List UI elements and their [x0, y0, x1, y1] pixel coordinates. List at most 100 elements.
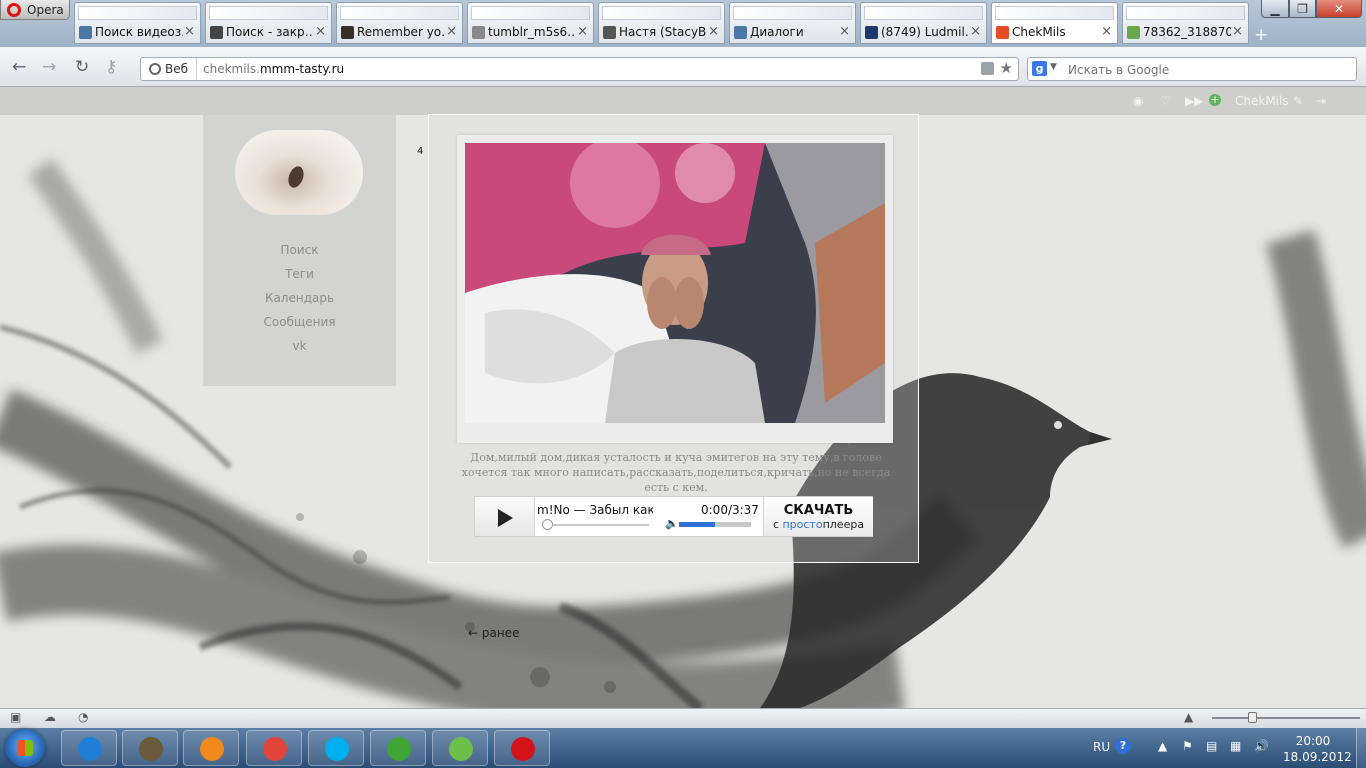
- browser-tab[interactable]: tumblr_m5s6… ×: [467, 2, 594, 44]
- zoom-handle[interactable]: [1248, 712, 1257, 723]
- browser-tab[interactable]: Диалоги ×: [729, 2, 856, 44]
- tab-thumbnail: [1126, 6, 1245, 20]
- search-input[interactable]: [1066, 60, 1350, 80]
- seek-handle[interactable]: [542, 519, 553, 530]
- tab-label: Настя (StacyB…: [619, 25, 707, 39]
- sidebar-link-messages[interactable]: Сообщения: [203, 315, 396, 329]
- tab-close-icon[interactable]: ×: [184, 24, 195, 39]
- tab-label: Диалоги: [750, 25, 804, 39]
- heart-icon[interactable]: ♡: [1160, 94, 1171, 108]
- edit-pencil-icon[interactable]: ✎: [1293, 94, 1303, 108]
- play-button[interactable]: [475, 497, 535, 536]
- language-indicator[interactable]: RU: [1093, 740, 1110, 754]
- browser-tab[interactable]: Поиск видеоз…×: [74, 2, 201, 44]
- tray-expand-icon[interactable]: ▲: [1158, 739, 1167, 753]
- track-time: 0:00/3:37: [701, 503, 759, 517]
- opera-unite-cloud-icon[interactable]: ☁: [44, 710, 56, 724]
- tab-close-icon[interactable]: ×: [708, 24, 719, 39]
- sidebar-link-search[interactable]: Поиск: [203, 243, 396, 257]
- address-bar[interactable]: Веб chekmils.mmm-tasty.ru ★: [140, 57, 1019, 81]
- tab-label: (8749) Ludmil…: [881, 25, 969, 39]
- taskbar-app-skype[interactable]: [308, 730, 364, 766]
- start-button[interactable]: [5, 729, 45, 767]
- tab-thumbnail: [733, 6, 852, 20]
- speed-dial-icon[interactable]: ◔: [78, 710, 88, 724]
- device-icon[interactable]: ▤: [1206, 739, 1217, 753]
- search-box: g ▼: [1027, 57, 1357, 81]
- volume-slider[interactable]: [679, 522, 751, 527]
- taskbar-app-utorrent[interactable]: [370, 730, 426, 766]
- fast-forward-icon[interactable]: ▶▶: [1185, 94, 1203, 108]
- rss-icon[interactable]: ◉: [1133, 94, 1143, 108]
- icq-icon: [449, 737, 473, 761]
- taskbar-app-icq[interactable]: [432, 730, 488, 766]
- tab-close-icon[interactable]: ×: [1101, 24, 1112, 39]
- download-button[interactable]: СКАЧАТЬ с простоплеера: [763, 497, 873, 536]
- add-plus-icon[interactable]: +: [1209, 94, 1221, 106]
- browser-tab[interactable]: (8749) Ludmil… ×: [860, 2, 987, 44]
- audio-player: m!No — Забыл как 0:00/3:37 🔈 СКАЧАТЬ с п…: [474, 496, 873, 537]
- reload-icon[interactable]: ↻: [75, 57, 89, 77]
- tab-close-icon[interactable]: ×: [577, 24, 588, 39]
- blog-username[interactable]: ChekMils: [1235, 94, 1289, 108]
- show-desktop-button[interactable]: [1356, 728, 1366, 768]
- forward-arrow-icon[interactable]: →: [42, 57, 56, 77]
- volume-icon[interactable]: 🔈: [665, 517, 679, 530]
- tab-close-icon[interactable]: ×: [839, 24, 850, 39]
- google-icon[interactable]: g: [1032, 61, 1047, 76]
- new-tab-plus-icon[interactable]: +: [1254, 25, 1268, 45]
- windows-logo-icon: [17, 740, 33, 756]
- play-icon: [498, 509, 513, 527]
- clock-date: 18.09.2012: [1283, 750, 1352, 764]
- seek-bar[interactable]: [545, 524, 649, 526]
- post-photo-image: [465, 143, 885, 423]
- browser-tab[interactable]: ChekMils ×: [991, 2, 1118, 44]
- older-posts-link[interactable]: ← ранее: [468, 626, 519, 640]
- taskbar-app-film-maker[interactable]: [122, 730, 178, 766]
- logout-icon[interactable]: ⇥: [1316, 94, 1326, 108]
- sidebar-link-vk[interactable]: vk: [203, 339, 396, 353]
- web-security-chip[interactable]: Веб: [141, 58, 197, 80]
- taskbar-app-internet-explorer[interactable]: [61, 730, 117, 766]
- sidebar-link-calendar[interactable]: Календарь: [203, 291, 396, 305]
- taskbar-app-media-player[interactable]: [183, 730, 239, 766]
- bookmark-star-icon[interactable]: ★: [1000, 59, 1013, 77]
- tab-close-icon[interactable]: ×: [315, 24, 326, 39]
- system-clock[interactable]: 20:00 18.09.2012: [1283, 733, 1352, 765]
- post-photo[interactable]: [465, 143, 885, 423]
- browser-tab[interactable]: Remember yo… ×: [336, 2, 463, 44]
- zoom-up-icon[interactable]: ▲: [1184, 710, 1193, 724]
- search-engine-dropdown-icon[interactable]: ▼: [1050, 62, 1057, 72]
- window-close-button[interactable]: ✕: [1316, 0, 1362, 18]
- rss-feed-icon[interactable]: [981, 62, 994, 75]
- help-icon[interactable]: ?: [1115, 738, 1131, 754]
- browser-tab[interactable]: Настя (StacyB…×: [598, 2, 725, 44]
- opera-logo-icon: [7, 2, 21, 17]
- network-icon[interactable]: ▦: [1230, 739, 1241, 753]
- window-minimize-button[interactable]: ▁: [1261, 0, 1289, 18]
- tab-favicon-icon: [865, 26, 878, 39]
- panel-toggle-icon[interactable]: ▣: [10, 710, 21, 724]
- browser-status-bar: [0, 708, 1366, 728]
- sidebar-link-tags[interactable]: Теги: [203, 267, 396, 281]
- taskbar-app-chrome[interactable]: [246, 730, 302, 766]
- tab-thumbnail: [209, 6, 328, 20]
- browser-tab[interactable]: Поиск - закр… ×: [205, 2, 332, 44]
- back-arrow-icon[interactable]: ←: [12, 57, 26, 77]
- taskbar-app-opera[interactable]: [494, 730, 550, 766]
- url-text[interactable]: chekmils.mmm-tasty.ru: [203, 62, 344, 76]
- zoom-slider[interactable]: [1212, 717, 1360, 719]
- tab-label: Поиск - закр…: [226, 25, 314, 39]
- avatar[interactable]: [235, 130, 363, 215]
- tab-favicon-icon: [79, 26, 92, 39]
- browser-tab[interactable]: 78362_318870…×: [1122, 2, 1249, 44]
- tab-close-icon[interactable]: ×: [970, 24, 981, 39]
- opera-menu-button[interactable]: Opera: [0, 0, 70, 20]
- key-icon[interactable]: ⚷: [105, 57, 117, 77]
- speaker-icon[interactable]: 🔊: [1254, 739, 1269, 753]
- action-center-flag-icon[interactable]: ⚑: [1182, 739, 1193, 753]
- window-maximize-button[interactable]: ❐: [1289, 0, 1316, 18]
- tab-close-icon[interactable]: ×: [446, 24, 457, 39]
- tab-close-icon[interactable]: ×: [1232, 24, 1243, 39]
- opera-menu-label: Opera: [27, 2, 64, 17]
